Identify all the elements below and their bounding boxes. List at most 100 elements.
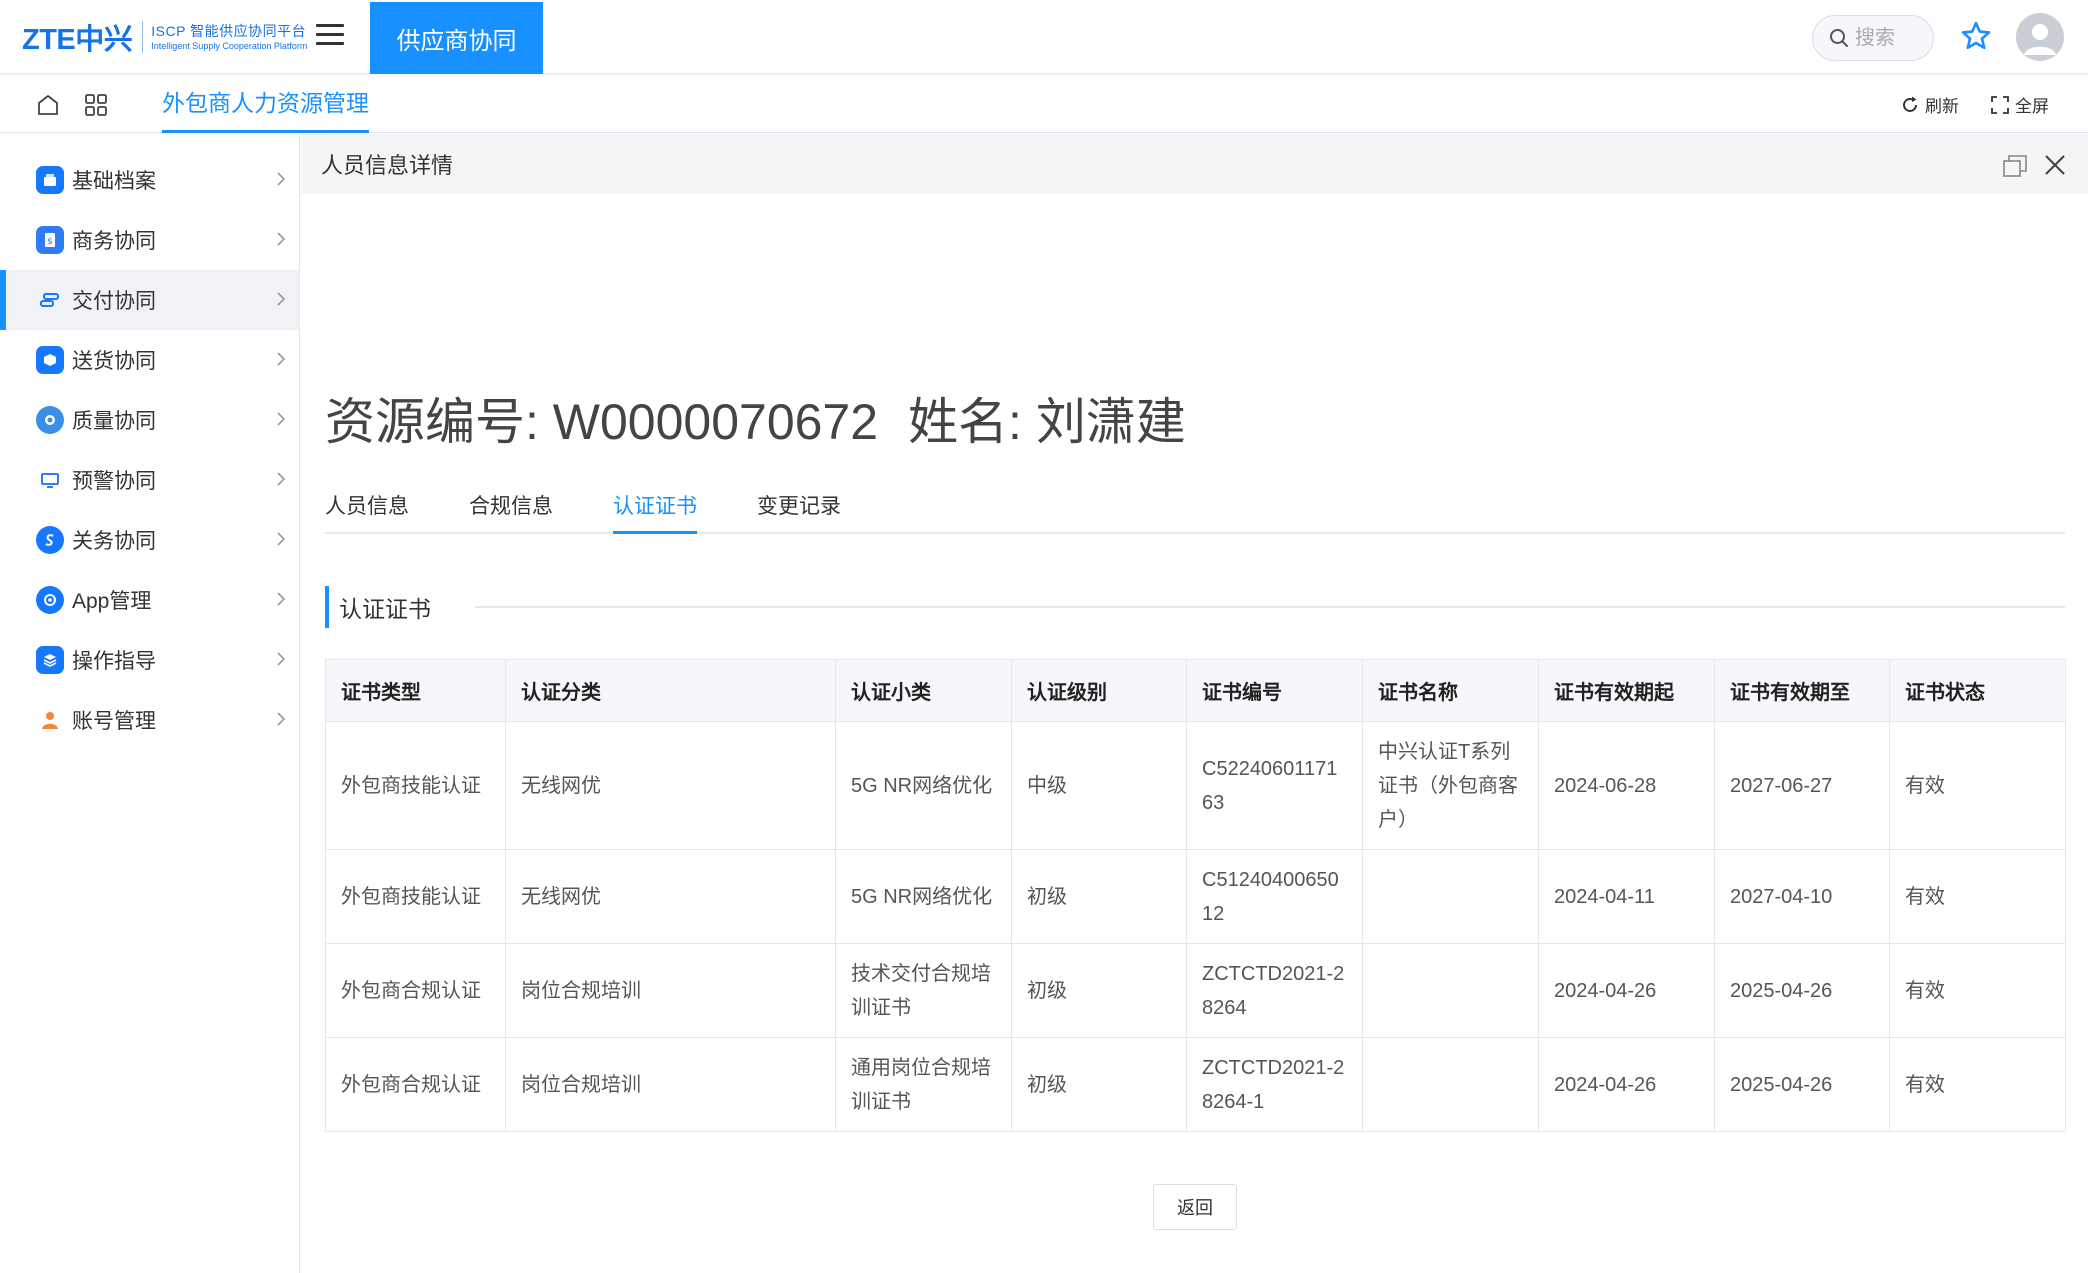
table-cell: 有效 (1889, 849, 2066, 944)
table-cell: 2024-04-11 (1538, 849, 1715, 944)
table-cell: 中级 (1011, 721, 1187, 850)
top-header: ZTE中兴 ISCP 智能供应协同平台 Intelligent Supply C… (0, 0, 2088, 74)
column-header[interactable]: 证书编号 (1186, 659, 1363, 722)
sidebar-item-9[interactable]: 账号管理 (0, 690, 299, 750)
chevron-right-icon (277, 172, 286, 186)
sidebar-item-2[interactable]: 交付协同 (0, 270, 299, 330)
menu-icon[interactable] (316, 24, 344, 48)
search-icon (1830, 29, 1848, 47)
chevron-right-icon (277, 712, 286, 726)
chevron-right-icon (277, 532, 286, 546)
main-panel: 人员信息详情 资源编号: W0000070672 姓名: 刘潇建 人员信息 合规信息… (301, 134, 2088, 1273)
sidebar-item-1[interactable]: $ 商务协同 (0, 210, 299, 270)
refresh-label: 刷新 (1925, 97, 1959, 116)
search-input[interactable] (1855, 26, 1925, 50)
section-title: 认证证书 (339, 596, 431, 622)
table-cell (1362, 1037, 1539, 1132)
tab-0[interactable]: 人员信息 (325, 490, 409, 534)
search-box[interactable] (1812, 15, 1934, 61)
table-cell: C5224060117163 (1186, 721, 1363, 850)
close-icon[interactable] (2044, 154, 2066, 176)
sidebar-item-4[interactable]: 质量协同 (0, 390, 299, 450)
sidebar-item-8[interactable]: 操作指导 (0, 630, 299, 690)
apps-grid-icon[interactable] (84, 93, 108, 117)
person-name: 姓名: 刘潇建 (908, 394, 1186, 450)
column-header[interactable]: 证书类型 (325, 659, 506, 722)
sidebar-item-label: 预警协同 (72, 470, 156, 493)
table-cell: 2027-06-27 (1714, 721, 1890, 850)
tab-3[interactable]: 变更记录 (757, 490, 841, 534)
table-cell (1362, 849, 1539, 944)
table-row: 外包商合规认证 岗位合规培训 通用岗位合规培训证书 初级 ZCTCTD2021-2826… (325, 1037, 2066, 1132)
sidebar-item-label: 操作指导 (72, 650, 156, 673)
table-cell: 2025-04-26 (1714, 943, 1890, 1038)
table-cell: 外包商技能认证 (325, 849, 506, 944)
table-cell: C5124040065012 (1186, 849, 1363, 944)
table-cell: ZCTCTD2021-28264-1 (1186, 1037, 1363, 1132)
refresh-button[interactable]: 刷新 (1900, 92, 1959, 117)
table-cell: 有效 (1889, 943, 2066, 1038)
restore-window-icon[interactable] (2002, 154, 2028, 178)
table-cell: 无线网优 (505, 849, 836, 944)
avatar-icon[interactable] (2016, 13, 2064, 61)
app-icon (36, 586, 64, 614)
sidebar-item-label: App管理 (72, 590, 152, 613)
logo-line1: ISCP 智能供应协同平台 (151, 22, 307, 39)
detail-tabs: 人员信息 合规信息 认证证书 变更记录 (325, 472, 2065, 534)
chevron-right-icon (277, 592, 286, 606)
column-header[interactable]: 证书状态 (1889, 659, 2066, 722)
sidebar-item-label: 送货协同 (72, 350, 156, 373)
chevron-right-icon (277, 292, 286, 306)
column-header[interactable]: 认证小类 (835, 659, 1012, 722)
sidebar-item-label: 交付协同 (72, 290, 156, 313)
column-header[interactable]: 证书有效期起 (1538, 659, 1715, 722)
box-icon (36, 346, 64, 374)
svg-text:$: $ (47, 237, 53, 247)
table-cell: 2024-04-26 (1538, 1037, 1715, 1132)
table-row: 外包商合规认证 岗位合规培训 技术交付合规培训证书 初级 ZCTCTD2021-2826… (325, 943, 2066, 1038)
column-header[interactable]: 证书名称 (1362, 659, 1539, 722)
fullscreen-button[interactable]: 全屏 (1990, 92, 2049, 117)
resource-id: 资源编号: W0000070672 (325, 394, 879, 450)
sidebar-item-5[interactable]: 预警协同 (0, 450, 299, 510)
table-row: 外包商技能认证 无线网优 5G NR网络优化 初级 C5124040065012 2024… (325, 849, 2066, 944)
table-cell: ZCTCTD2021-28264 (1186, 943, 1363, 1038)
zte-logo[interactable]: ZTE中兴 ISCP 智能供应协同平台 Intelligent Supply C… (22, 18, 307, 56)
tab-1[interactable]: 合规信息 (469, 490, 553, 534)
tab-outsource-hr[interactable]: 外包商人力资源管理 (162, 75, 369, 133)
column-header[interactable]: 证书有效期至 (1714, 659, 1890, 722)
sidebar-item-0[interactable]: 基础档案 (0, 150, 299, 210)
chevron-right-icon (277, 472, 286, 486)
star-icon[interactable] (1960, 20, 1992, 52)
chevron-right-icon (277, 652, 286, 666)
customs-icon (36, 526, 64, 554)
sidebar-item-7[interactable]: App管理 (0, 570, 299, 630)
sidebar-item-6[interactable]: 关务协同 (0, 510, 299, 570)
nav-supplier-collaboration[interactable]: 供应商协同 (370, 2, 543, 74)
section-divider (475, 606, 2065, 608)
sidebar-item-label: 基础档案 (72, 170, 156, 193)
home-icon[interactable] (36, 93, 60, 117)
table-cell: 外包商合规认证 (325, 1037, 506, 1132)
column-header[interactable]: 认证分类 (505, 659, 836, 722)
tab-2[interactable]: 认证证书 (613, 490, 697, 534)
table-cell: 外包商技能认证 (325, 721, 506, 850)
quality-icon (36, 406, 64, 434)
chevron-right-icon (277, 352, 286, 366)
sidebar-item-label: 账号管理 (72, 710, 156, 733)
module-tab-bar: 外包商人力资源管理 刷新 全屏 (0, 75, 2088, 133)
table-cell: 2024-06-28 (1538, 721, 1715, 850)
table-cell: 岗位合规培训 (505, 1037, 836, 1132)
back-button[interactable]: 返回 (1153, 1184, 1237, 1230)
table-cell: 无线网优 (505, 721, 836, 850)
table-cell: 通用岗位合规培训证书 (835, 1037, 1012, 1132)
table-cell: 初级 (1011, 849, 1187, 944)
chevron-right-icon (277, 412, 286, 426)
table-cell: 初级 (1011, 943, 1187, 1038)
table-body: 外包商技能认证 无线网优 5G NR网络优化 中级 C5224060117163 中兴认证… (325, 721, 2066, 1132)
column-header[interactable]: 认证级别 (1011, 659, 1187, 722)
table-cell: 2027-04-10 (1714, 849, 1890, 944)
sidebar-item-3[interactable]: 送货协同 (0, 330, 299, 390)
table-cell: 外包商合规认证 (325, 943, 506, 1038)
table-row: 外包商技能认证 无线网优 5G NR网络优化 中级 C5224060117163 中兴认证… (325, 721, 2066, 850)
